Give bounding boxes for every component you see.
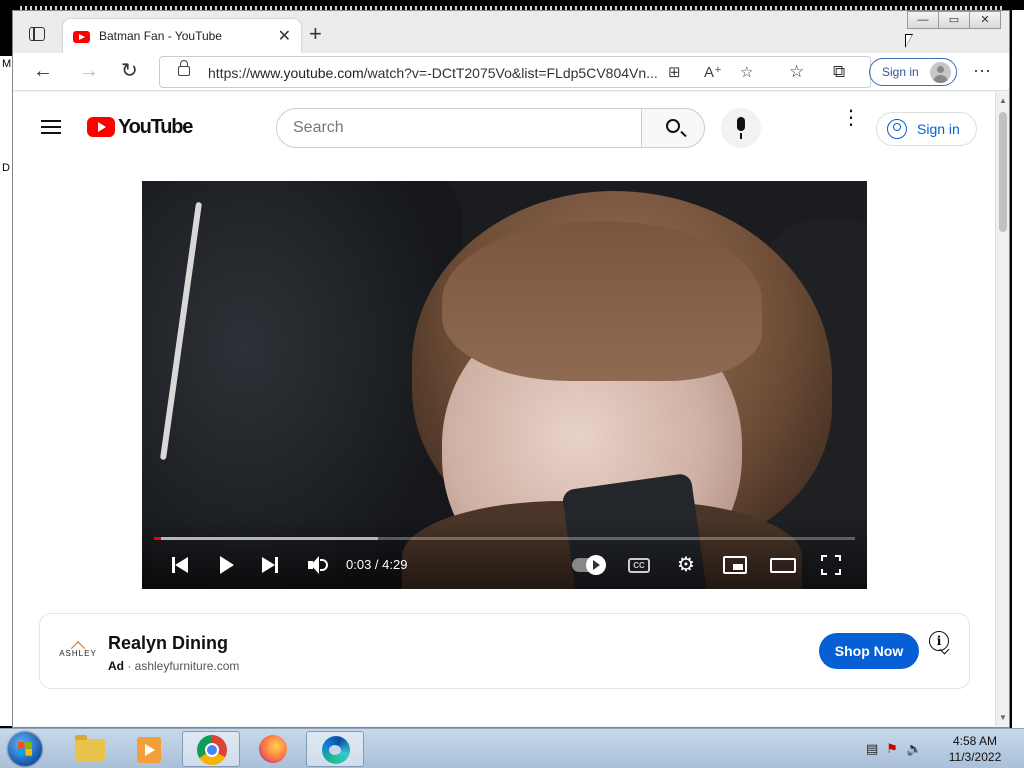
page-scrollbar[interactable]: ▲ ▼	[995, 92, 1009, 726]
clock-time: 4:58 AM	[952, 734, 998, 748]
youtube-page: YouTube ⋮ Sign in	[13, 92, 997, 726]
time-display: 0:03 / 4:29	[346, 557, 408, 572]
address-bar[interactable]: https://www.youtube.com/watch?v=-DCtT207…	[159, 56, 871, 88]
settings-gear-icon[interactable]: ⚙	[677, 555, 697, 575]
desktop-right-strip	[1012, 10, 1024, 728]
youtube-logo-icon[interactable]	[87, 117, 115, 137]
collections-icon[interactable]: ⧉	[833, 62, 845, 82]
refresh-icon[interactable]: ↻	[121, 61, 138, 81]
search-button[interactable]	[641, 108, 705, 148]
search-box[interactable]	[276, 108, 642, 148]
system-tray: ▤ ⚑ 🔈	[866, 741, 922, 757]
taskbar-firefox[interactable]	[244, 731, 302, 767]
played-bar	[154, 537, 161, 540]
mouse-cursor-icon	[905, 34, 913, 48]
close-window-button[interactable]: ✕	[969, 11, 1001, 29]
folder-icon	[75, 735, 105, 761]
youtube-sign-in-button[interactable]: Sign in	[876, 112, 977, 146]
taskbar: ▤ ⚑ 🔈 4:58 AM 11/3/2022	[0, 728, 1024, 768]
autoplay-toggle[interactable]	[572, 555, 606, 575]
media-player-icon	[137, 737, 161, 763]
video-player[interactable]: 0:03 / 4:29 CC ⚙	[142, 181, 867, 589]
taskbar-chrome[interactable]	[182, 731, 240, 767]
maximize-button[interactable]: ▭	[938, 11, 970, 29]
buffered-bar	[154, 537, 379, 540]
menu-icon[interactable]	[41, 120, 61, 134]
edge-window: Batman Fan - YouTube ✕ + — ▭ ✕ ← → ↻ htt…	[12, 10, 1010, 728]
firefox-icon	[259, 735, 287, 763]
scroll-thumb[interactable]	[999, 112, 1007, 232]
desktop-letter: M	[2, 58, 12, 70]
more-options-icon[interactable]: ⋮	[841, 108, 861, 128]
chrome-icon	[197, 735, 227, 765]
ad-title[interactable]: Realyn Dining	[108, 633, 228, 654]
settings-more-icon[interactable]: ···	[973, 60, 991, 81]
previous-icon[interactable]	[172, 557, 188, 573]
miniplayer-icon[interactable]	[723, 556, 747, 574]
close-tab-icon[interactable]: ✕	[278, 26, 291, 46]
progress-bar[interactable]	[154, 537, 855, 540]
start-button[interactable]	[8, 732, 42, 766]
controls-gradient	[142, 519, 867, 589]
search-input[interactable]	[293, 119, 613, 137]
volume-icon[interactable]	[308, 556, 330, 574]
youtube-sign-in-label: Sign in	[917, 121, 960, 137]
theater-mode-icon[interactable]	[770, 558, 796, 573]
desktop-left-strip: M D	[0, 56, 12, 726]
play-icon[interactable]	[220, 556, 234, 574]
next-icon[interactable]	[262, 557, 278, 573]
scroll-down-icon[interactable]: ▼	[999, 713, 1007, 722]
fullscreen-icon[interactable]	[821, 555, 841, 575]
profile-sign-in-label: Sign in	[882, 65, 919, 79]
window-controls: — ▭ ✕	[907, 11, 1001, 29]
ashley-logo: ASHLEY	[58, 639, 98, 658]
chevron-down-icon[interactable]	[939, 644, 950, 655]
title-bar: Batman Fan - YouTube ✕ + — ▭ ✕	[13, 11, 1009, 53]
tab-batman-fan[interactable]: Batman Fan - YouTube ✕	[63, 19, 301, 53]
speaker-icon[interactable]: 🔈	[906, 741, 922, 757]
scroll-up-icon[interactable]: ▲	[999, 96, 1007, 105]
tab-title: Batman Fan - YouTube	[99, 29, 222, 43]
profile-sign-in-button[interactable]: Sign in	[869, 58, 957, 86]
tab-actions-icon[interactable]	[29, 27, 45, 41]
ad-subtitle: Ad · ashleyfurniture.com	[108, 659, 240, 673]
account-icon	[887, 119, 907, 139]
edge-icon	[322, 736, 350, 764]
taskbar-media-player[interactable]	[120, 731, 178, 767]
action-center-icon[interactable]: ⚑	[886, 741, 898, 757]
voice-search-icon[interactable]	[721, 108, 761, 148]
clock-date: 11/3/2022	[948, 750, 1002, 764]
favorites-icon[interactable]: ☆	[789, 62, 804, 82]
add-favorite-icon[interactable]: ☆	[740, 63, 753, 81]
ad-card[interactable]: ASHLEY Realyn Dining Ad · ashleyfurnitur…	[39, 613, 970, 689]
taskbar-explorer[interactable]	[60, 731, 118, 767]
new-tab-button[interactable]: +	[309, 23, 322, 45]
lock-icon[interactable]	[178, 60, 190, 76]
youtube-logo-text[interactable]: YouTube	[118, 116, 193, 139]
app-available-icon[interactable]: ⊞	[668, 63, 681, 81]
taskbar-edge[interactable]	[306, 731, 364, 767]
back-icon[interactable]: ←	[33, 61, 53, 81]
avatar-icon	[930, 62, 951, 83]
desktop-letter: D	[2, 162, 10, 174]
read-aloud-icon[interactable]: A⁺	[704, 63, 722, 81]
minimize-button[interactable]: —	[907, 11, 939, 29]
search-icon	[666, 119, 680, 133]
captions-icon[interactable]: CC	[628, 558, 650, 573]
shop-now-button[interactable]: Shop Now	[819, 633, 919, 669]
network-icon[interactable]: ▤	[866, 741, 878, 757]
browser-toolbar: ← → ↻ https://www.youtube.com/watch?v=-D…	[13, 53, 1009, 91]
forward-icon[interactable]: →	[79, 61, 99, 81]
youtube-favicon-icon	[73, 31, 90, 43]
clock[interactable]: 4:58 AM 11/3/2022	[940, 733, 1010, 765]
url-text[interactable]: https://www.youtube.com/watch?v=-DCtT207…	[208, 65, 658, 81]
